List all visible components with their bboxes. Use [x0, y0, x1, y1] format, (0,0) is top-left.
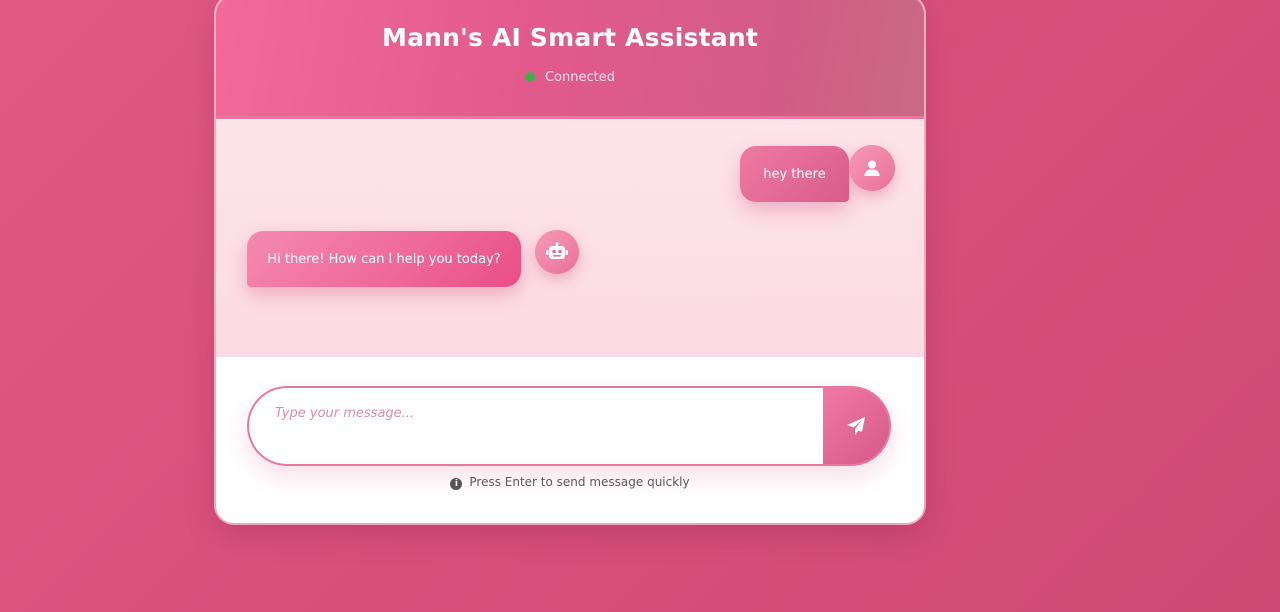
bot-message-text: Hi there! How can I help you today?	[267, 251, 501, 267]
user-icon	[864, 160, 880, 176]
user-message-bubble: hey there	[740, 146, 849, 202]
hint-text: Press Enter to send message quickly	[469, 475, 690, 489]
input-group	[247, 386, 891, 466]
robot-icon	[546, 242, 568, 259]
user-avatar	[849, 145, 895, 191]
input-area: i Press Enter to send message quickly	[216, 357, 924, 523]
send-button[interactable]	[823, 386, 891, 466]
message-list: hey there Hi there! How can I help you t…	[216, 119, 924, 357]
app-title: Mann's AI Smart Assistant	[382, 23, 758, 52]
keyboard-hint: i Press Enter to send message quickly	[216, 475, 924, 490]
user-message-text: hey there	[763, 166, 826, 182]
chat-header: Mann's AI Smart Assistant Connected	[216, 0, 924, 119]
chat-window: Mann's AI Smart Assistant Connected hey …	[216, 0, 924, 523]
status-dot-icon	[524, 72, 535, 82]
info-icon: i	[450, 478, 463, 490]
message-input[interactable]	[247, 386, 824, 466]
bot-avatar	[535, 230, 579, 274]
status-text: Connected	[544, 70, 615, 85]
connection-status: Connected	[216, 70, 924, 85]
bot-message-bubble: Hi there! How can I help you today?	[247, 231, 521, 287]
paper-plane-icon	[847, 417, 865, 435]
